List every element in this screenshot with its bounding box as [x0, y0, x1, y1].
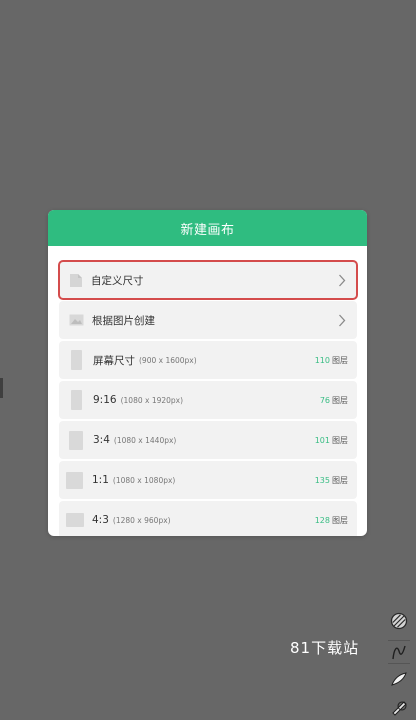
window-edge-handle	[0, 378, 3, 398]
preset-label: 1:1	[92, 474, 109, 486]
from-image-label: 根据图片创建	[92, 314, 155, 327]
preset-4-3[interactable]: 4:3 (1280 x 960px) 128 图层	[59, 501, 357, 536]
layer-count: 101	[314, 435, 330, 445]
layers-label: 图层	[332, 435, 348, 445]
custom-size-option[interactable]: 自定义尺寸	[58, 260, 358, 300]
preset-1-1[interactable]: 1:1 (1080 x 1080px) 135 图层	[59, 461, 357, 499]
preset-dimensions: (900 x 1600px)	[139, 355, 197, 365]
ratio-preview-icon	[66, 513, 84, 527]
leaf-brush-icon[interactable]	[388, 668, 410, 690]
layers-label: 图层	[332, 475, 348, 485]
ratio-preview-icon	[71, 390, 82, 410]
layer-count: 135	[314, 475, 330, 485]
preset-label: 9:16	[93, 394, 117, 406]
layers-label: 图层	[332, 355, 348, 365]
image-icon	[69, 314, 84, 326]
preset-label: 3:4	[93, 434, 110, 446]
chevron-right-icon	[335, 273, 349, 287]
ratio-preview-icon	[66, 471, 83, 489]
layer-count: 110	[314, 355, 330, 365]
file-icon	[70, 273, 82, 287]
chevron-right-icon	[335, 313, 349, 327]
preset-9-16[interactable]: 9:16 (1080 x 1920px) 76 图层	[59, 381, 357, 419]
dialog-title: 新建画布	[48, 210, 367, 246]
watermark-text: 81下载站	[290, 639, 360, 657]
ratio-preview-icon	[71, 350, 82, 370]
layer-count: 128	[314, 515, 330, 525]
custom-size-label: 自定义尺寸	[91, 274, 144, 287]
preset-dimensions: (1080 x 1080px)	[112, 475, 176, 485]
layers-label: 图层	[332, 515, 348, 525]
preset-label: 4:3	[92, 514, 109, 526]
preset-screen-size[interactable]: 屏幕尺寸 (900 x 1600px) 110 图层	[59, 341, 357, 379]
new-canvas-dialog: 新建画布 自定义尺寸 根据图片创建 屏幕尺寸 (900 x 1600px) 11…	[48, 210, 367, 536]
layers-label: 图层	[332, 395, 348, 405]
no-fill-icon[interactable]	[388, 610, 410, 632]
curve-brush-icon[interactable]	[388, 640, 410, 664]
preset-label: 屏幕尺寸	[93, 354, 135, 367]
from-image-option[interactable]: 根据图片创建	[59, 301, 357, 339]
dialog-body: 自定义尺寸 根据图片创建 屏幕尺寸 (900 x 1600px) 110 图层 …	[48, 246, 367, 536]
layer-count: 76	[319, 395, 330, 405]
preset-dimensions: (1080 x 1440px)	[113, 435, 177, 445]
preset-dimensions: (1280 x 960px)	[112, 515, 171, 525]
preset-dimensions: (1080 x 1920px)	[120, 395, 184, 405]
pen-brush-icon[interactable]	[388, 694, 410, 718]
preset-3-4[interactable]: 3:4 (1080 x 1440px) 101 图层	[59, 421, 357, 459]
ratio-preview-icon	[69, 430, 83, 450]
